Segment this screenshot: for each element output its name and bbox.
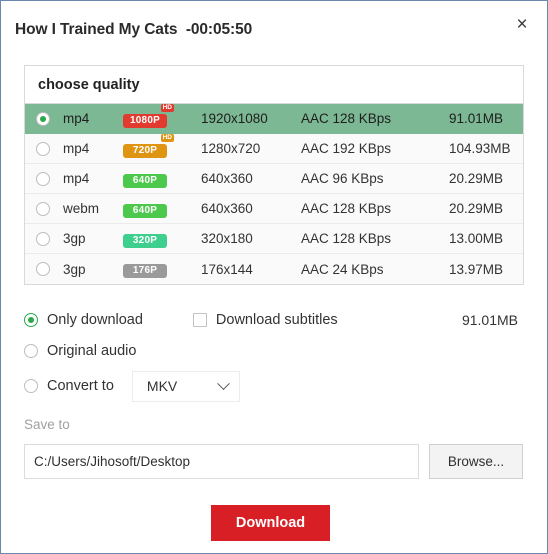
cell-file-size: 91.01MB xyxy=(449,111,504,126)
table-row[interactable]: 3gp 176P 176x144 AAC 24 KBps 13.97MB xyxy=(25,254,523,284)
cell-resolution: 1280x720 xyxy=(201,141,261,156)
radio-convert-to-indicator xyxy=(24,379,38,393)
cell-format: 3gp xyxy=(63,231,86,246)
cell-format: webm xyxy=(63,201,100,216)
cell-audio-bitrate: AAC 24 KBps xyxy=(301,261,384,277)
cell-format: mp4 xyxy=(63,111,90,126)
cell-quality-badge: 176P xyxy=(123,260,201,278)
save-path-input[interactable]: C:/Users/Jihosoft/Desktop xyxy=(24,444,419,479)
quality-badge-wrapper: 176P xyxy=(123,261,167,278)
page-title: How I Trained My Cats -00:05:50 xyxy=(15,21,253,38)
options-section: Only download Download subtitles 91.01MB… xyxy=(24,304,524,406)
quality-badge-wrapper: 720P HD xyxy=(123,133,174,158)
radio-indicator xyxy=(36,111,50,126)
table-row[interactable]: mp4 640P 640x360 AAC 96 KBps 20.29MB xyxy=(25,164,523,194)
format-select-value: MKV xyxy=(146,378,178,394)
format-select[interactable]: MKV xyxy=(131,370,240,402)
radio-indicator xyxy=(36,231,50,246)
cell-audio-bitrate: AAC 128 KBps xyxy=(301,111,392,126)
cell-audio-bitrate: AAC 128 KBps xyxy=(301,201,392,216)
radio-convert-to[interactable]: Convert to xyxy=(24,378,114,394)
radio-only-download[interactable]: Only download xyxy=(24,312,143,328)
cell-file-size: 104.93MB xyxy=(449,141,511,156)
quality-badge-wrapper: 320P xyxy=(123,231,167,248)
quality-row-radio[interactable] xyxy=(25,201,61,216)
radio-convert-to-label: Convert to xyxy=(47,378,114,394)
table-row[interactable]: webm 640P 640x360 AAC 128 KBps 20.29MB xyxy=(25,194,523,224)
radio-indicator xyxy=(36,201,50,216)
cell-resolution: 640x360 xyxy=(201,171,253,186)
cell-format: 3gp xyxy=(63,261,86,277)
quality-row-radio[interactable] xyxy=(25,262,61,276)
quality-row-radio[interactable] xyxy=(25,111,61,126)
radio-original-audio-label: Original audio xyxy=(47,342,137,359)
quality-badge: 640P xyxy=(123,203,167,218)
quality-row-list: mp4 1080P HD 1920x1080 AAC 128 KBps 91.01MB mp… xyxy=(25,103,523,284)
cell-format: mp4 xyxy=(63,171,90,186)
cell-audio-bitrate: AAC 96 KBps xyxy=(301,171,384,186)
quality-row-radio[interactable] xyxy=(25,141,61,156)
quality-badge-wrapper: 640P xyxy=(123,201,167,218)
options-row-primary: Only download Download subtitles 91.01MB xyxy=(24,304,524,335)
cell-file-size: 20.29MB xyxy=(449,201,504,216)
table-row[interactable]: 3gp 320P 320x180 AAC 128 KBps 13.00MB xyxy=(25,224,523,254)
quality-badge: 720P xyxy=(123,143,167,158)
quality-badge-wrapper: 640P xyxy=(123,171,167,188)
quality-badge: 1080P xyxy=(123,113,167,128)
save-to-label: Save to xyxy=(24,417,70,432)
quality-badge: 320P xyxy=(123,233,167,248)
browse-button[interactable]: Browse... xyxy=(429,444,523,479)
quality-row-radio[interactable] xyxy=(25,231,61,246)
quality-badge: 176P xyxy=(123,264,167,278)
save-path-row: C:/Users/Jihosoft/Desktop Browse... xyxy=(24,444,524,479)
radio-only-download-label: Only download xyxy=(47,311,143,328)
options-row-original-audio: Original audio xyxy=(24,335,524,366)
cell-resolution: 176x144 xyxy=(201,261,253,277)
download-dialog: How I Trained My Cats -00:05:50 × choose… xyxy=(0,0,548,554)
quality-row-radio[interactable] xyxy=(25,171,61,186)
chevron-down-icon xyxy=(217,376,230,390)
quality-table-header: choose quality xyxy=(25,66,523,104)
hd-tag: HD xyxy=(160,133,174,142)
cell-quality-badge: 320P xyxy=(123,230,201,248)
radio-original-audio-indicator xyxy=(24,343,38,358)
cell-quality-badge: 640P xyxy=(123,170,201,188)
cell-format: mp4 xyxy=(63,141,90,156)
cell-audio-bitrate: AAC 128 KBps xyxy=(301,231,392,246)
cell-quality-badge: 720P HD xyxy=(123,133,201,158)
cell-file-size: 20.29MB xyxy=(449,171,504,186)
dialog-titlebar: How I Trained My Cats -00:05:50 × xyxy=(1,1,547,51)
cell-resolution: 1920x1080 xyxy=(201,111,268,126)
cell-file-size: 13.97MB xyxy=(449,261,504,277)
close-icon[interactable]: × xyxy=(507,9,537,39)
cell-resolution: 640x360 xyxy=(201,201,253,216)
radio-indicator xyxy=(36,171,50,186)
radio-only-download-indicator xyxy=(24,312,38,327)
cell-quality-badge: 1080P HD xyxy=(123,103,201,128)
radio-original-audio[interactable]: Original audio xyxy=(24,343,136,359)
quality-table: choose quality mp4 1080P HD 1920x1080 AAC 12… xyxy=(24,65,524,285)
quality-badge: 640P xyxy=(123,173,167,188)
checkbox-download-subtitles-label: Download subtitles xyxy=(215,311,338,328)
download-button[interactable]: Download xyxy=(211,505,330,541)
cell-quality-badge: 640P xyxy=(123,200,201,218)
table-row[interactable]: mp4 720P HD 1280x720 AAC 192 KBps 104.93MB xyxy=(25,133,523,164)
cell-audio-bitrate: AAC 192 KBps xyxy=(301,141,392,156)
table-row[interactable]: mp4 1080P HD 1920x1080 AAC 128 KBps 91.01MB xyxy=(25,103,523,134)
options-row-convert: Convert to MKV xyxy=(24,366,524,406)
total-size-value: 91.01MB xyxy=(461,311,518,328)
cell-file-size: 13.00MB xyxy=(449,231,504,246)
hd-tag: HD xyxy=(160,103,174,112)
quality-badge-wrapper: 1080P HD xyxy=(123,103,174,128)
radio-indicator xyxy=(36,262,50,276)
radio-indicator xyxy=(36,141,50,156)
checkbox-download-subtitles[interactable]: Download subtitles xyxy=(192,311,338,328)
cell-resolution: 320x180 xyxy=(201,231,253,246)
checkbox-download-subtitles-indicator xyxy=(192,312,207,327)
